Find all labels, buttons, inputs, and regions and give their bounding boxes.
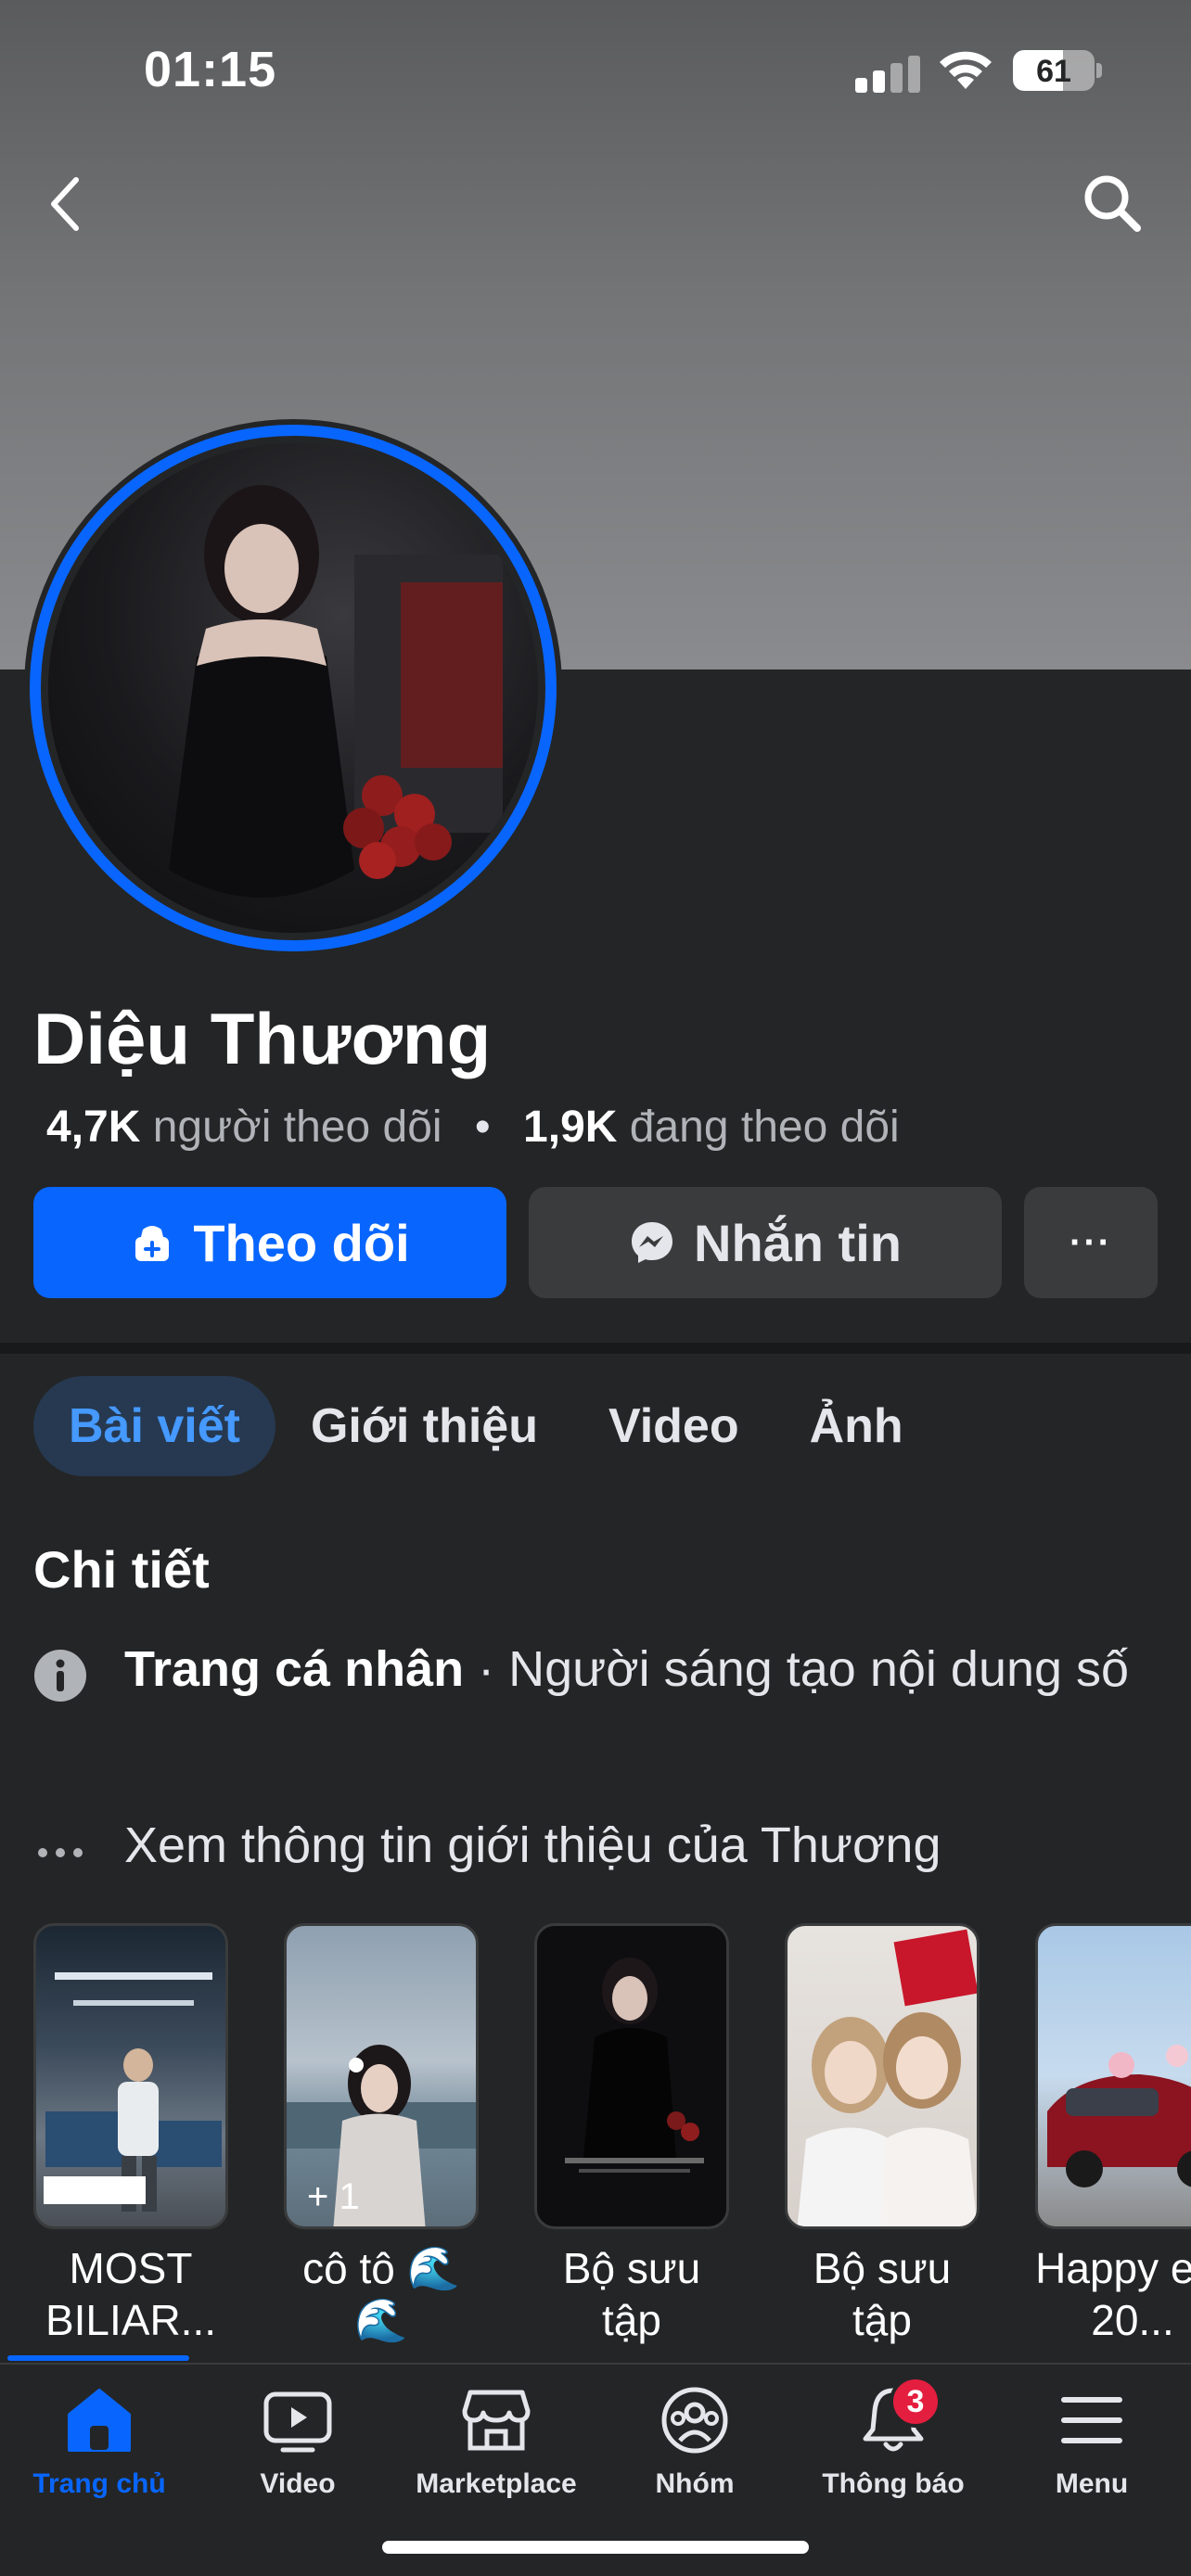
- stats-separator: •: [474, 1103, 491, 1152]
- tab-about[interactable]: Giới thiệu: [275, 1376, 573, 1476]
- featured-collections: MOST BILIAR... + 1 cô tô 🌊🌊 Bộ sưu tập B…: [33, 1923, 1191, 2350]
- see-about-link[interactable]: Xem thông tin giới thiệu của Thương: [124, 1816, 941, 1875]
- nav-label: Marketplace: [416, 2468, 577, 2499]
- billiard-image: [44, 1972, 222, 2212]
- battery-percent: 61: [1036, 54, 1071, 89]
- nav-home[interactable]: Trang chủ: [0, 2383, 198, 2522]
- page-category: · Người sáng tạo nội dung số: [464, 1641, 1130, 1697]
- followers-count[interactable]: 4,7K: [46, 1103, 140, 1152]
- details-title: Chi tiết: [33, 1540, 210, 1599]
- follow-icon: [135, 1226, 170, 1261]
- nav-label: Trang chủ: [32, 2468, 166, 2499]
- bell-icon-wrap: 3: [856, 2376, 941, 2457]
- section-divider: [0, 1343, 1191, 1354]
- following-count[interactable]: 1,9K: [523, 1103, 617, 1152]
- follow-stats: 4,7K người theo dõi • 1,9K đang theo dõi: [46, 1102, 900, 1153]
- tab-video[interactable]: Video: [573, 1376, 775, 1476]
- story-ring: [30, 425, 557, 951]
- scroll-indicator: [7, 2355, 189, 2361]
- car-image: [1047, 2045, 1191, 2187]
- marketplace-icon: [462, 2390, 531, 2451]
- nav-label: Nhóm: [655, 2468, 735, 2499]
- featured-label: Happy em 20...: [1035, 2244, 1191, 2344]
- battery-tip: [1096, 63, 1102, 78]
- search-icon[interactable]: [1080, 171, 1145, 236]
- featured-item[interactable]: Bộ sưu tập: [534, 1923, 729, 2346]
- featured-label: Bộ sưu tập: [813, 2244, 952, 2344]
- back-icon[interactable]: [37, 167, 93, 241]
- featured-thumbnail: [1035, 1923, 1191, 2229]
- profile-tabs: Bài viết Giới thiệu Video Ảnh: [33, 1376, 939, 1476]
- featured-thumbnail: [785, 1923, 980, 2229]
- video-icon: [263, 2391, 332, 2453]
- profile-name: Diệu Thương: [33, 998, 492, 1079]
- nav-groups[interactable]: Nhóm: [596, 2383, 794, 2522]
- page-type: Trang cá nhân: [124, 1641, 465, 1697]
- nav-marketplace[interactable]: Marketplace: [397, 2383, 596, 2522]
- featured-item[interactable]: Bộ sưu tập: [785, 1923, 980, 2346]
- info-icon: [34, 1650, 86, 1702]
- nav-video[interactable]: Video: [198, 2383, 397, 2522]
- signal-icon: [855, 54, 920, 93]
- page-type-row: Trang cá nhân · Người sáng tạo nội dung …: [33, 1639, 1158, 1702]
- featured-thumbnail: [534, 1923, 729, 2229]
- tab-photos[interactable]: Ảnh: [775, 1376, 939, 1476]
- about-info-row[interactable]: Xem thông tin giới thiệu của Thương: [33, 1816, 1158, 1875]
- message-button-label: Nhắn tin: [694, 1213, 902, 1272]
- nav-label: Video: [260, 2468, 336, 2499]
- status-time: 01:15: [144, 42, 277, 97]
- nav-menu[interactable]: Menu: [992, 2383, 1191, 2522]
- featured-item[interactable]: Happy em 20...: [1035, 1923, 1191, 2346]
- avatar: [48, 443, 538, 933]
- tab-posts[interactable]: Bài viết: [33, 1376, 275, 1476]
- followers-label[interactable]: người theo dõi: [153, 1103, 442, 1152]
- profile-picture[interactable]: [24, 419, 562, 957]
- featured-label: cô tô 🌊🌊: [302, 2244, 460, 2344]
- featured-item[interactable]: MOST BILIAR...: [33, 1923, 228, 2346]
- status-bar: 01:15 61: [0, 0, 1191, 139]
- follow-button-label: Theo dõi: [193, 1213, 410, 1272]
- ellipsis-icon: [38, 1848, 83, 1857]
- messenger-icon: [632, 1222, 672, 1263]
- featured-item[interactable]: + 1 cô tô 🌊🌊: [284, 1923, 479, 2346]
- featured-thumbnail: [33, 1923, 228, 2229]
- avatar-image: [169, 485, 503, 898]
- portrait-image: [565, 1958, 704, 2173]
- more-icon: ···: [1069, 1221, 1112, 1263]
- groups-icon: [661, 2387, 728, 2454]
- follow-button[interactable]: Theo dõi: [33, 1187, 506, 1298]
- following-label[interactable]: đang theo dõi: [630, 1103, 900, 1152]
- featured-thumbnail: + 1: [284, 1923, 479, 2229]
- featured-label: MOST BILIAR...: [45, 2244, 217, 2344]
- featured-overlay: + 1: [307, 2176, 360, 2217]
- menu-icon: [1061, 2397, 1122, 2443]
- notification-badge: 3: [890, 2376, 941, 2428]
- nav-label: Thông báo: [822, 2468, 965, 2499]
- message-button[interactable]: Nhắn tin: [529, 1187, 1002, 1298]
- nav-label: Menu: [1055, 2468, 1129, 2499]
- home-icon: [68, 2389, 131, 2452]
- featured-label: Bộ sưu tập: [562, 2244, 701, 2344]
- friends-image: [797, 1929, 977, 2226]
- home-indicator: [382, 2541, 809, 2554]
- wifi-icon: [940, 51, 992, 89]
- more-options-button[interactable]: ···: [1024, 1187, 1158, 1298]
- battery-icon: 61: [1013, 50, 1095, 91]
- nav-notifications[interactable]: 3 Thông báo: [794, 2376, 992, 2522]
